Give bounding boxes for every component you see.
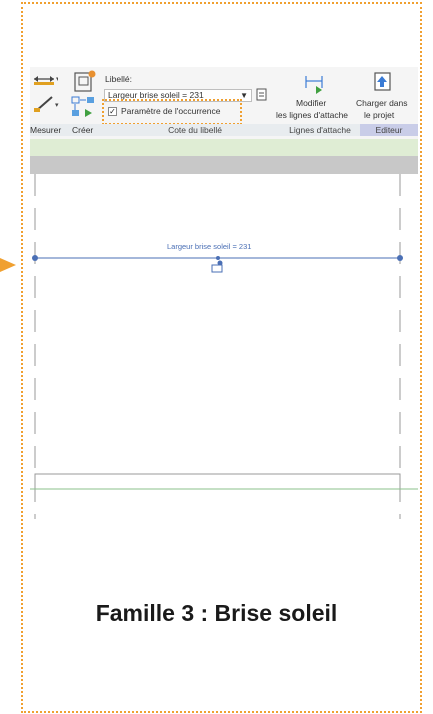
family-types-icon[interactable] — [72, 69, 98, 93]
charger-label-2: le projet — [364, 110, 395, 120]
dimension-midpoint — [216, 256, 220, 260]
dimension-label-icon[interactable] — [256, 88, 268, 102]
brise-soleil-outline — [34, 473, 401, 490]
occurrence-highlight — [102, 99, 242, 125]
pointer-arrow-icon — [0, 258, 16, 272]
charger-label-1: Charger dans — [356, 98, 408, 108]
lock-icon — [211, 264, 223, 273]
creer-label: Créer — [72, 125, 94, 135]
dimension-end-left — [32, 255, 38, 261]
measure-icon[interactable]: ▾ — [32, 73, 58, 87]
svg-text:▾: ▾ — [56, 76, 58, 83]
figure-caption: Famille 3 : Brise soleil — [95, 600, 338, 626]
modifier-label-1: Modifier — [296, 98, 327, 108]
libelle-label: Libellé: — [105, 74, 132, 84]
modifier-label-2: les lignes d'attache — [276, 110, 349, 120]
options-bar — [30, 139, 418, 156]
panel-editeur: Editeur — [360, 124, 418, 136]
load-into-project-icon[interactable] — [372, 70, 394, 94]
panel-cote: Cote du libellé — [168, 125, 222, 135]
mesurer-label: Mesurer — [30, 125, 62, 135]
view-tab-bar — [30, 156, 418, 174]
dimension-end-right — [397, 255, 403, 261]
edit-witness-lines-icon[interactable] — [302, 72, 328, 96]
create-icon[interactable] — [70, 95, 98, 119]
aligned-dimension-icon[interactable]: ▾ — [32, 93, 60, 115]
svg-text:▾: ▾ — [55, 102, 59, 109]
drawing-canvas[interactable]: Largeur brise soleil = 231 — [30, 174, 418, 519]
dimension-label[interactable]: Largeur brise soleil = 231 — [167, 242, 251, 251]
drawing-svg — [30, 174, 418, 519]
ribbon: ▾ ▾ Libellé: Largeur brise soleil = 231 … — [30, 67, 418, 150]
panel-lignes: Lignes d'attache — [289, 125, 351, 135]
